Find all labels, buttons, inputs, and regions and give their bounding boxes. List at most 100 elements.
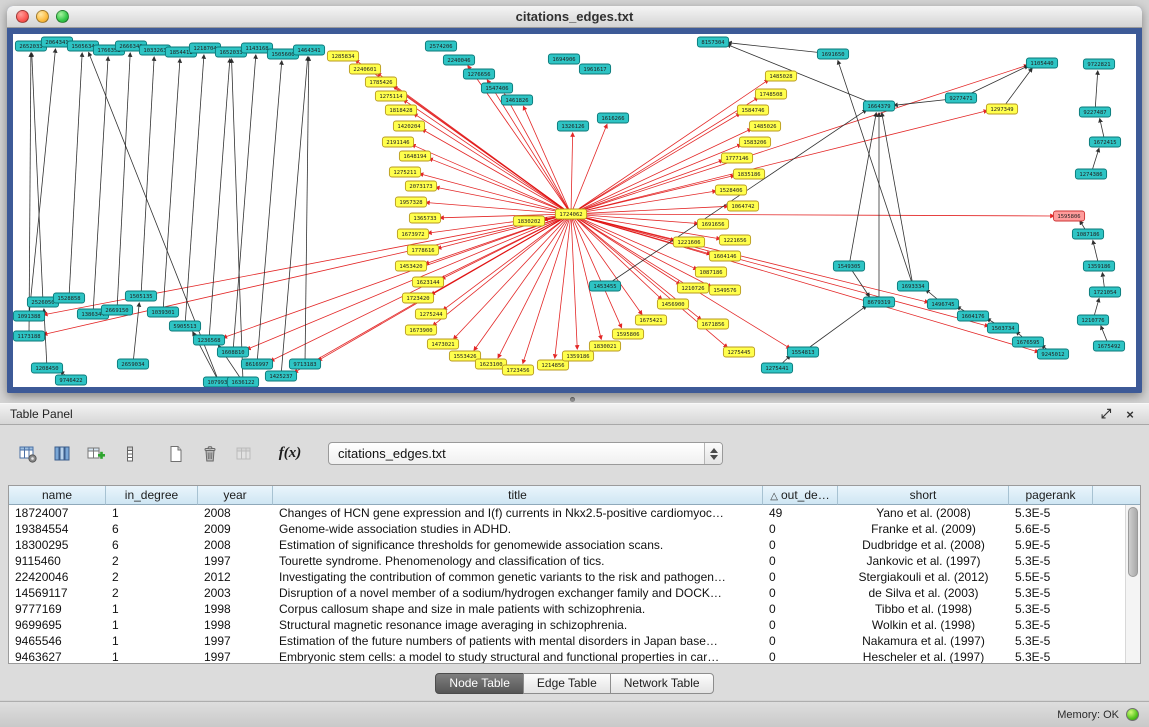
column-header-name[interactable]: name xyxy=(9,486,106,505)
graph-node[interactable]: 1173188 xyxy=(13,331,44,341)
graph-node[interactable]: 1748508 xyxy=(755,89,786,99)
graph-node[interactable]: 1528858 xyxy=(53,293,84,303)
graph-node[interactable]: 1453455 xyxy=(589,281,620,291)
graph-node[interactable]: 1549305 xyxy=(833,261,864,271)
graph-node[interactable]: 1275445 xyxy=(723,347,754,357)
graph-node[interactable]: 1064742 xyxy=(727,201,758,211)
graph-node[interactable]: 1275114 xyxy=(375,91,406,101)
cell-pagerank[interactable]: 5.9E-5 xyxy=(1009,537,1093,553)
graph-node[interactable]: 1835186 xyxy=(733,169,764,179)
graph-node[interactable]: 1276656 xyxy=(463,69,494,79)
graph-node[interactable]: 1830202 xyxy=(513,216,544,226)
graph-node[interactable]: 1623144 xyxy=(412,277,443,287)
graph-node[interactable]: 9227487 xyxy=(1079,107,1110,117)
graph-node[interactable]: 1583206 xyxy=(739,137,770,147)
cell-year[interactable]: 1998 xyxy=(198,617,273,633)
graph-node[interactable]: 5905513 xyxy=(169,321,200,331)
panel-splitter[interactable] xyxy=(0,393,1149,403)
cell-in_degree[interactable]: 2 xyxy=(106,553,198,569)
cell-in_degree[interactable]: 1 xyxy=(106,617,198,633)
graph-node[interactable]: 1604146 xyxy=(709,251,740,261)
create-column-button[interactable] xyxy=(82,441,110,467)
cell-year[interactable]: 2008 xyxy=(198,505,273,521)
graph-node[interactable]: 1274386 xyxy=(1075,169,1106,179)
graph-node[interactable]: 1236568 xyxy=(193,335,224,345)
function-builder-button[interactable]: f(x) xyxy=(276,441,304,467)
cell-out_degree[interactable]: 0 xyxy=(763,553,838,569)
cell-in_degree[interactable]: 2 xyxy=(106,569,198,585)
graph-node[interactable]: 9746422 xyxy=(55,375,86,385)
zoom-window-button[interactable] xyxy=(56,10,69,23)
cell-pagerank[interactable]: 5.3E-5 xyxy=(1009,585,1093,601)
graph-node[interactable]: 1473021 xyxy=(427,339,458,349)
cell-name[interactable]: 22420046 xyxy=(9,569,106,585)
graph-node[interactable]: 9722821 xyxy=(1083,59,1114,69)
graph-node[interactable]: 1505135 xyxy=(125,291,156,301)
cell-pagerank[interactable]: 5.6E-5 xyxy=(1009,521,1093,537)
graph-node[interactable]: 9277471 xyxy=(945,93,976,103)
graph-node[interactable]: 1210726 xyxy=(677,283,708,293)
graph-node[interactable]: 1528406 xyxy=(715,185,746,195)
table-row[interactable]: 1830029562008Estimation of significance … xyxy=(9,537,1125,553)
cell-title[interactable]: Changes of HCN gene expression and I(f) … xyxy=(273,505,763,521)
cell-in_degree[interactable]: 1 xyxy=(106,633,198,649)
cell-out_degree[interactable]: 49 xyxy=(763,505,838,521)
graph-node[interactable]: 1691650 xyxy=(817,49,848,59)
graph-node[interactable]: 1672415 xyxy=(1089,137,1120,147)
cell-name[interactable]: 9465546 xyxy=(9,633,106,649)
graph-node[interactable]: 1694906 xyxy=(548,54,579,64)
graph-node[interactable]: 1961617 xyxy=(579,64,610,74)
graph-node[interactable]: 2191146 xyxy=(382,137,413,147)
cell-title[interactable]: Tourette syndrome. Phenomenology and cla… xyxy=(273,553,763,569)
tab-node-table[interactable]: Node Table xyxy=(435,673,524,694)
graph-node[interactable]: 1721054 xyxy=(1089,287,1120,297)
graph-node[interactable]: 9245012 xyxy=(1037,349,1068,359)
graph-node[interactable]: 1584746 xyxy=(737,105,768,115)
float-panel-icon[interactable]: ⤢ xyxy=(1097,406,1115,422)
graph-node[interactable]: 9713183 xyxy=(289,359,320,369)
graph-node[interactable]: 1297349 xyxy=(986,104,1017,114)
graph-node[interactable]: 2240601 xyxy=(349,64,380,74)
cell-short[interactable]: Stergiakouli et al. (2012) xyxy=(838,569,1009,585)
scrollbar-thumb[interactable] xyxy=(1128,507,1138,577)
table-row[interactable]: 946362711997Embryonic stem cells: a mode… xyxy=(9,649,1125,663)
graph-node[interactable]: 1777146 xyxy=(721,153,752,163)
cell-name[interactable]: 18724007 xyxy=(9,505,106,521)
cell-title[interactable]: Estimation of the future numbers of pati… xyxy=(273,633,763,649)
cell-out_degree[interactable]: 0 xyxy=(763,521,838,537)
graph-node[interactable]: 1365733 xyxy=(409,213,440,223)
graph-node[interactable]: 1210776 xyxy=(1077,315,1108,325)
cell-name[interactable]: 14569117 xyxy=(9,585,106,601)
create-row-button[interactable] xyxy=(162,441,190,467)
graph-node[interactable]: 1464341 xyxy=(293,45,324,55)
cell-year[interactable]: 2012 xyxy=(198,569,273,585)
graph-node[interactable]: 1549576 xyxy=(709,285,740,295)
close-panel-icon[interactable]: × xyxy=(1121,406,1139,422)
cell-year[interactable]: 1997 xyxy=(198,553,273,569)
graph-node[interactable]: 1724062 xyxy=(555,209,586,219)
cell-pagerank[interactable]: 5.3E-5 xyxy=(1009,505,1093,521)
cell-short[interactable]: Dudbridge et al. (2008) xyxy=(838,537,1009,553)
graph-node[interactable]: 1087186 xyxy=(1072,229,1103,239)
network-canvas[interactable]: 1724062128583422406011785426127511418184… xyxy=(13,34,1136,387)
graph-node[interactable]: 1221606 xyxy=(673,237,704,247)
graph-node[interactable]: 1039301 xyxy=(147,307,178,317)
column-header-out_degree[interactable]: △out_de… xyxy=(763,486,838,505)
graph-node[interactable]: 1785426 xyxy=(365,77,396,87)
cell-name[interactable]: 18300295 xyxy=(9,537,106,553)
graph-node[interactable]: 1087186 xyxy=(695,267,726,277)
graph-node[interactable]: 1818428 xyxy=(385,105,416,115)
tab-edge-table[interactable]: Edge Table xyxy=(523,673,611,694)
cell-out_degree[interactable]: 0 xyxy=(763,537,838,553)
graph-node[interactable]: 1208450 xyxy=(31,363,62,373)
cell-year[interactable]: 2003 xyxy=(198,585,273,601)
cell-in_degree[interactable]: 6 xyxy=(106,537,198,553)
graph-node[interactable]: 1671856 xyxy=(697,319,728,329)
cell-out_degree[interactable]: 0 xyxy=(763,601,838,617)
table-row[interactable]: 2242004622012Investigating the contribut… xyxy=(9,569,1125,585)
cell-year[interactable]: 2008 xyxy=(198,537,273,553)
cell-short[interactable]: Wolkin et al. (1998) xyxy=(838,617,1009,633)
table-row[interactable]: 1456911722003Disruption of a novel membe… xyxy=(9,585,1125,601)
cell-title[interactable]: Corpus callosum shape and size in male p… xyxy=(273,601,763,617)
cell-in_degree[interactable]: 1 xyxy=(106,505,198,521)
